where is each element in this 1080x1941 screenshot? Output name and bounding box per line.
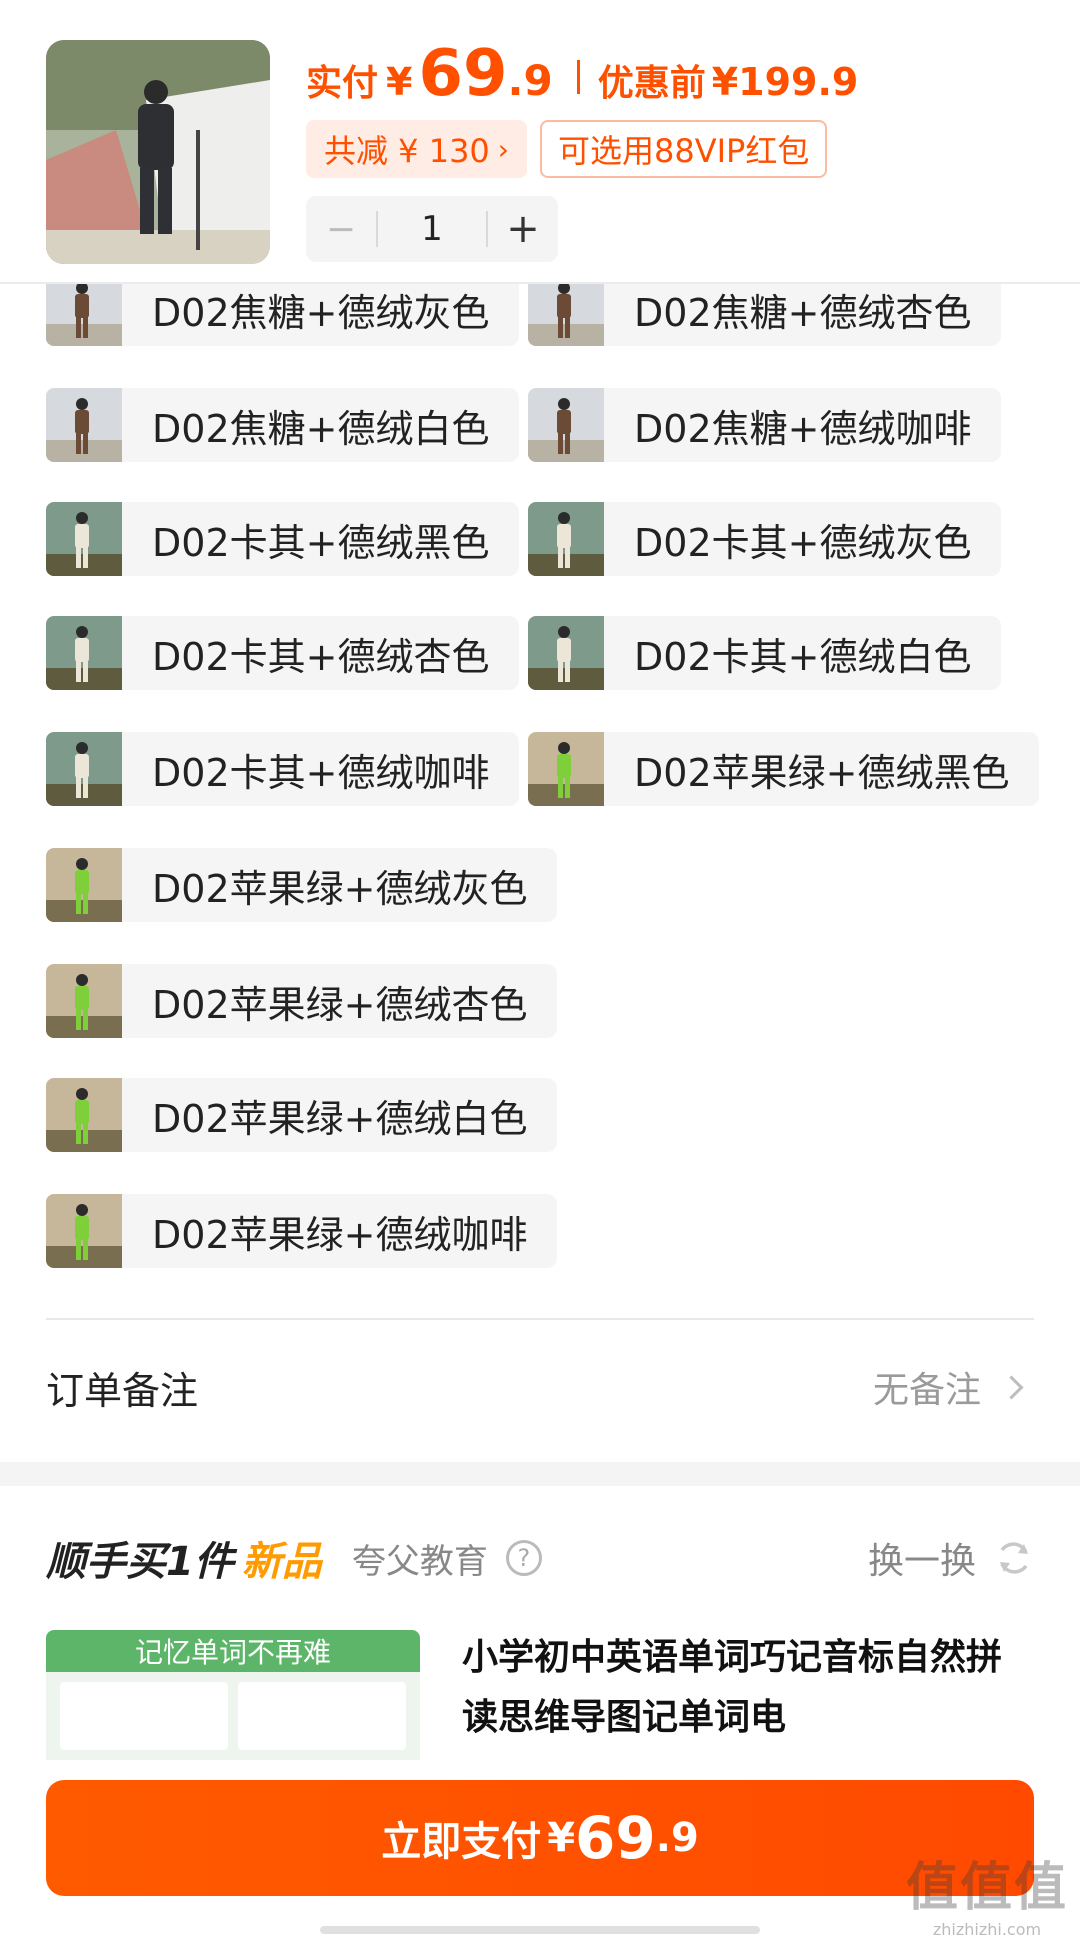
pay-amount-decimal: .9 [507, 56, 553, 105]
sku-option-thumbnail [46, 282, 122, 346]
sku-option-label: D02焦糖+德绒灰色 [152, 290, 490, 335]
price-separator [576, 60, 580, 94]
decrement-button[interactable]: − [306, 209, 376, 250]
sku-option-thumbnail [46, 388, 122, 462]
sku-options: D02焦糖+德绒灰色 D02焦糖+德绒杏色 D02焦糖+德绒白色 D02焦糖+德绒咖啡… [0, 282, 1080, 1312]
quantity-value[interactable]: 1 [378, 209, 486, 249]
sku-option-chip[interactable]: D02苹果绿+德绒咖啡 [46, 1194, 558, 1268]
refresh-label: 换一换 [867, 1541, 976, 1582]
pay-yen-symbol: ¥ [386, 60, 413, 104]
discount-tag[interactable]: 共减 ¥ 130 › [306, 120, 527, 178]
price-row: 实付 ¥ 69 .9 优惠前 ¥199.9 [306, 42, 858, 112]
sku-option-label: D02卡其+德绒灰色 [634, 520, 972, 565]
sku-option-chip[interactable]: D02卡其+德绒咖啡 [46, 732, 520, 806]
remark-label: 订单备注 [46, 1368, 199, 1413]
recommend-banner: 记忆单词不再难 [46, 1630, 420, 1672]
recommend-title-new: 新品 [241, 1539, 322, 1585]
sku-option-chip[interactable]: D02卡其+德绒黑色 [46, 502, 520, 576]
sku-option-thumbnail [528, 388, 604, 462]
pay-button-label: 立即支付 [381, 1819, 542, 1865]
sku-option-label: D02卡其+德绒白色 [634, 634, 972, 679]
product-thumbnail[interactable] [46, 40, 270, 264]
sku-option-thumbnail [46, 732, 122, 806]
discount-tag-label: 共减 ¥ 130 [324, 132, 490, 170]
sku-option-label: D02焦糖+德绒杏色 [634, 290, 972, 335]
home-indicator [320, 1926, 760, 1934]
sku-option-thumbnail [46, 848, 122, 922]
recommend-title-main: 顺手买1件 [46, 1539, 234, 1585]
sku-option-thumbnail [46, 1194, 122, 1268]
pay-button-yen: ¥ [547, 1815, 576, 1861]
sku-option-thumbnail [528, 732, 604, 806]
product-photo-icon [46, 40, 270, 264]
original-price: ¥199.9 [711, 60, 859, 104]
pay-label: 实付 [306, 63, 379, 104]
help-icon[interactable]: ? [505, 1540, 542, 1576]
sku-option-thumbnail [528, 502, 604, 576]
sku-option-thumbnail [46, 1078, 122, 1152]
sku-option-chip[interactable]: D02焦糖+德绒白色 [46, 388, 520, 462]
sku-option-label: D02苹果绿+德绒白色 [152, 1096, 528, 1141]
sku-option-label: D02苹果绿+德绒黑色 [634, 750, 1010, 795]
section-divider [46, 1318, 1034, 1320]
refresh-button[interactable]: 换一换 [868, 1526, 1034, 1590]
pay-button-amount-decimal: .9 [655, 1815, 699, 1861]
chevron-right-icon: › [497, 132, 509, 166]
sku-option-label: D02苹果绿+德绒咖啡 [152, 1212, 528, 1257]
refresh-icon [1000, 1542, 1028, 1574]
watermark: 值值值 zhizhizhi.com [906, 1845, 1068, 1939]
sku-option-chip[interactable]: D02苹果绿+德绒黑色 [528, 732, 1040, 806]
vip-tag-label: 可选用88VIP红包 [558, 132, 810, 170]
order-confirm-screen: 实付 ¥ 69 .9 优惠前 ¥199.9 共减 ¥ 130 › 可选用88VI… [0, 0, 1080, 1941]
sku-option-thumbnail [528, 616, 604, 690]
sku-option-label: D02焦糖+德绒白色 [152, 406, 490, 451]
sku-option-label: D02卡其+德绒黑色 [152, 520, 490, 565]
pay-amount-integer: 69 [418, 37, 508, 111]
sku-option-label: D02苹果绿+德绒杏色 [152, 982, 528, 1027]
pay-button-amount-integer: 69 [575, 1804, 656, 1872]
recommend-image-body [46, 1672, 420, 1760]
remark-value: 无备注 [872, 1370, 981, 1411]
worksheet-preview [60, 1682, 228, 1750]
sku-option-thumbnail [46, 616, 122, 690]
watermark-logo: 值值值 [905, 1858, 1068, 1918]
order-remark-row[interactable]: 订单备注 无备注 [46, 1352, 1034, 1422]
recommend-product-title[interactable]: 小学初中英语单词巧记音标自然拼读思维导图记单词电 [462, 1628, 1022, 1748]
sku-option-chip[interactable]: D02焦糖+德绒杏色 [528, 282, 1002, 346]
recommend-product-image[interactable]: 记忆单词不再难 [46, 1630, 420, 1760]
worksheet-preview [238, 1682, 406, 1750]
quantity-stepper: − 1 + [306, 196, 558, 262]
pay-now-button[interactable]: 立即支付 ¥ 69 .9 [46, 1780, 1034, 1896]
sku-option-label: D02焦糖+德绒咖啡 [634, 406, 972, 451]
vip-redpacket-tag[interactable]: 可选用88VIP红包 [540, 120, 828, 178]
sku-option-chip[interactable]: D02苹果绿+德绒杏色 [46, 964, 558, 1038]
sku-option-chip[interactable]: D02焦糖+德绒咖啡 [528, 388, 1002, 462]
sku-option-chip[interactable]: D02卡其+德绒白色 [528, 616, 1002, 690]
recommend-brand: 夸父教育 [351, 1541, 488, 1582]
increment-button[interactable]: + [488, 206, 558, 252]
recommend-title: 顺手买1件 新品 夸父教育 ? [46, 1526, 542, 1590]
sku-option-thumbnail [46, 502, 122, 576]
sku-option-chip[interactable]: D02卡其+德绒灰色 [528, 502, 1002, 576]
sku-option-chip[interactable]: D02苹果绿+德绒白色 [46, 1078, 558, 1152]
sku-option-label: D02卡其+德绒杏色 [152, 634, 490, 679]
sku-option-label: D02卡其+德绒咖啡 [152, 750, 490, 795]
original-price-label: 优惠前 [597, 63, 706, 104]
sku-option-thumbnail [46, 964, 122, 1038]
watermark-url: zhizhizhi.com [932, 1920, 1042, 1939]
sku-option-label: D02苹果绿+德绒灰色 [152, 866, 528, 911]
section-gap [0, 1462, 1080, 1486]
sku-option-chip[interactable]: D02卡其+德绒杏色 [46, 616, 520, 690]
order-header: 实付 ¥ 69 .9 优惠前 ¥199.9 共减 ¥ 130 › 可选用88VI… [0, 0, 1080, 284]
sku-option-chip[interactable]: D02焦糖+德绒灰色 [46, 282, 520, 346]
sku-option-chip[interactable]: D02苹果绿+德绒灰色 [46, 848, 558, 922]
chevron-right-icon [999, 1374, 1024, 1400]
sku-option-thumbnail [528, 282, 604, 346]
